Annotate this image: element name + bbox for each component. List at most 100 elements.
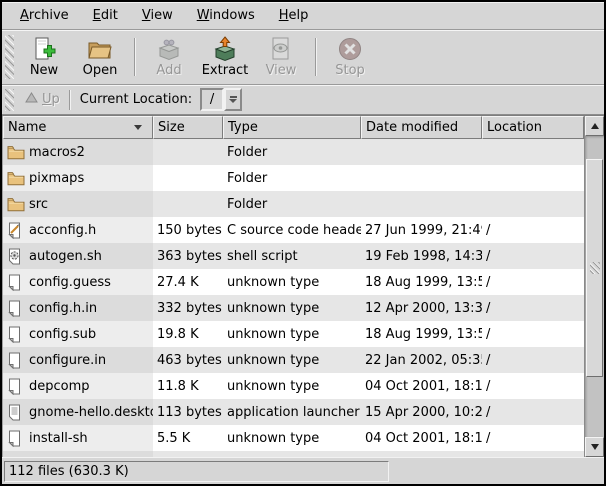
folder-icon: [7, 145, 29, 160]
table-row[interactable]: gnome-hello.desktop113 bytesapplication …: [3, 399, 584, 425]
location-combobox[interactable]: /: [200, 88, 242, 111]
toolbar-button-label: Extract: [202, 63, 249, 78]
cell-date: 18 Aug 1999, 13:53: [361, 321, 482, 347]
cell-location: /: [482, 347, 584, 373]
cell-size: 11.8 K: [153, 373, 223, 399]
new-button[interactable]: New: [16, 32, 72, 82]
cell-type: Folder: [223, 191, 361, 217]
current-location-label: Current Location:: [80, 92, 192, 107]
scroll-up-icon: [591, 123, 599, 129]
cell-type: unknown type: [223, 269, 361, 295]
menubar: ArchiveEditViewWindowsHelp: [2, 2, 604, 30]
new-archive-icon: [31, 35, 57, 62]
stop-icon: [337, 35, 363, 62]
cell-date: 15 Apr 2000, 10:21: [361, 399, 482, 425]
cell-type: unknown type: [223, 425, 361, 451]
extract-button[interactable]: Extract: [197, 32, 253, 82]
table-row[interactable]: config.guess27.4 Kunknown type18 Aug 199…: [3, 269, 584, 295]
table-header: Name Size Type Date modified Location: [3, 116, 584, 139]
table-row[interactable]: config.h.in332 bytesunknown type12 Apr 2…: [3, 295, 584, 321]
view-file-icon: [269, 35, 293, 62]
file-name: depcomp: [29, 379, 90, 394]
table-row[interactable]: config.sub19.8 Kunknown type18 Aug 1999,…: [3, 321, 584, 347]
menu-archive[interactable]: Archive: [8, 4, 81, 27]
stop-button[interactable]: Stop: [322, 32, 378, 82]
up-button[interactable]: Up: [18, 89, 67, 110]
cell-name: install-sh: [3, 425, 153, 451]
file-name: install-sh: [29, 431, 88, 446]
cell-location: /: [482, 269, 584, 295]
file-icon: [7, 378, 29, 395]
table-row[interactable]: autogen.sh363 bytesshell script19 Feb 19…: [3, 243, 584, 269]
table-row[interactable]: install-sh 5.5 Kunknown type04 Oct 2001, …: [3, 425, 584, 451]
cell-location: [482, 139, 584, 165]
cell-name: macros2: [3, 139, 153, 165]
scrollbar-track[interactable]: [585, 136, 604, 437]
add-button[interactable]: Add: [141, 32, 197, 82]
column-header-size[interactable]: Size: [153, 116, 223, 139]
menu-edit[interactable]: Edit: [81, 4, 130, 27]
column-header-location[interactable]: Location: [482, 116, 584, 139]
toolbar-button-label: Open: [83, 63, 118, 78]
file-icon: [7, 274, 29, 291]
cell-date: 04 Oct 2001, 18:12: [361, 425, 482, 451]
column-header-name[interactable]: Name: [3, 116, 153, 139]
extract-icon: [212, 35, 238, 62]
toolbar-button-label: New: [30, 63, 58, 78]
cell-name: config.sub: [3, 321, 153, 347]
column-header-label: Size: [158, 120, 185, 135]
view-button[interactable]: View: [253, 32, 309, 82]
column-header-label: Type: [228, 120, 258, 135]
scrollbar-up-button[interactable]: [585, 116, 604, 136]
cell-size: 5.5 K: [153, 425, 223, 451]
table-row[interactable]: depcomp11.8 Kunknown type04 Oct 2001, 18…: [3, 373, 584, 399]
cell-date: 22 Jan 2002, 05:35: [361, 347, 482, 373]
cell-name: config.h.in: [3, 295, 153, 321]
toolbar-grip-handle[interactable]: [5, 35, 14, 79]
column-header-date[interactable]: Date modified: [361, 116, 482, 139]
menu-view[interactable]: View: [130, 4, 185, 27]
toolbar-separator: [315, 38, 316, 76]
cell-date: 18 Aug 1999, 13:53: [361, 269, 482, 295]
table-row[interactable]: macros2Folder: [3, 139, 584, 165]
cell-name: configure.in: [3, 347, 153, 373]
cell-location: /: [482, 217, 584, 243]
cell-date: 12 Apr 2000, 13:36: [361, 295, 482, 321]
locationbar-grip-handle[interactable]: [5, 89, 14, 111]
cell-name: depcomp: [3, 373, 153, 399]
file-icon: [7, 352, 29, 369]
file-icon: [7, 300, 29, 317]
menu-windows[interactable]: Windows: [185, 4, 267, 27]
table-row[interactable]: acconfig.h150 bytesC source code header2…: [3, 217, 584, 243]
location-value: /: [200, 88, 224, 111]
file-name: config.h.in: [29, 301, 97, 316]
table-row[interactable]: pixmapsFolder: [3, 165, 584, 191]
cell-type: Folder: [223, 165, 361, 191]
toolbar-separator: [134, 38, 135, 76]
cell-location: /: [482, 425, 584, 451]
shell-script-icon: [7, 248, 29, 265]
cell-size: [153, 139, 223, 165]
open-button[interactable]: Open: [72, 32, 128, 82]
menu-help[interactable]: Help: [267, 4, 321, 27]
cell-location: /: [482, 399, 584, 425]
cell-name: acconfig.h: [3, 217, 153, 243]
combo-dropdown-icon[interactable]: [224, 88, 242, 111]
table-row[interactable]: configure.in463 bytesunknown type22 Jan …: [3, 347, 584, 373]
scrollbar-down-button[interactable]: [585, 437, 604, 457]
scrollbar-thumb[interactable]: [586, 159, 603, 377]
column-header-type[interactable]: Type: [223, 116, 361, 139]
cell-type: shell script: [223, 243, 361, 269]
up-button-label: Up: [42, 92, 60, 107]
cell-size: 332 bytes: [153, 295, 223, 321]
desktop-entry-icon: [7, 404, 29, 421]
toolbar: New Open Add Extract View Stop: [2, 30, 604, 85]
vertical-scrollbar[interactable]: [584, 116, 604, 457]
table-row[interactable]: srcFolder: [3, 191, 584, 217]
column-header-label: Date modified: [366, 120, 458, 135]
file-table: Name Size Type Date modified Location macros…: [2, 115, 604, 457]
cell-date: 04 Oct 2001, 18:12: [361, 373, 482, 399]
statusbar: 112 files (630.3 K): [2, 457, 604, 484]
open-archive-icon: [86, 35, 114, 62]
cell-size: 27.4 K: [153, 269, 223, 295]
